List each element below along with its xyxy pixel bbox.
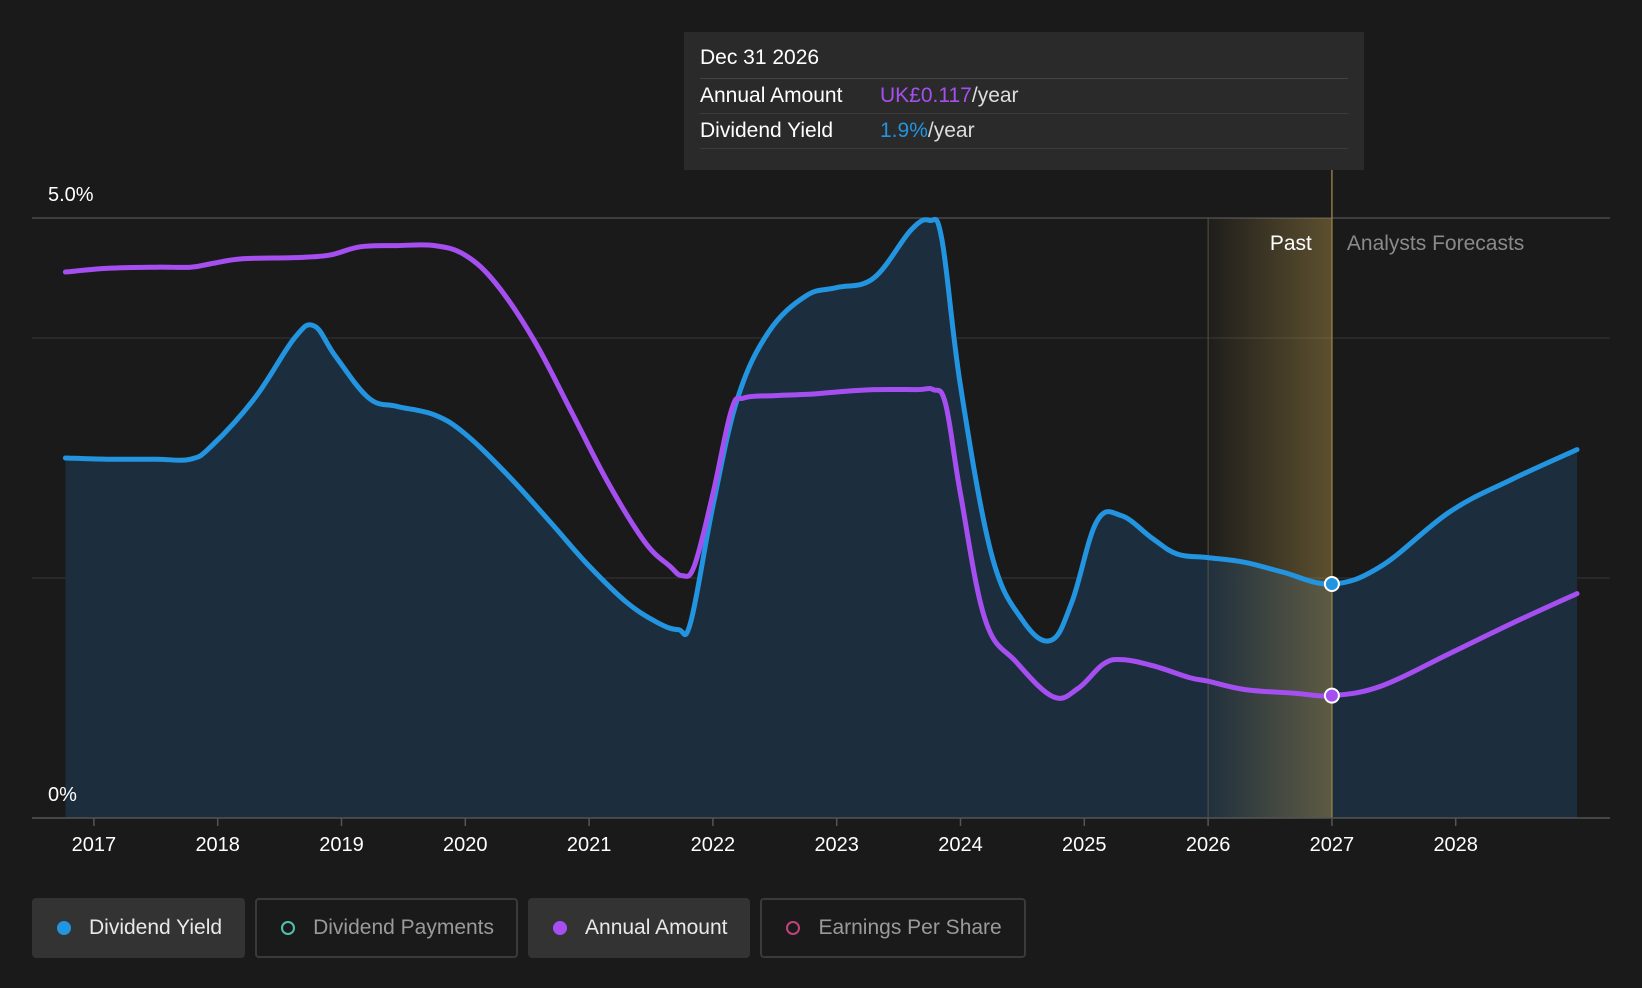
- legend-annual-amount[interactable]: Annual Amount: [528, 898, 751, 958]
- legend: Dividend Yield Dividend Payments Annual …: [32, 898, 1026, 958]
- tooltip-label: Dividend Yield: [700, 119, 834, 142]
- x-tick-label: 2027: [1310, 834, 1355, 856]
- x-tick-label: 2025: [1062, 834, 1107, 856]
- hover-point: [1323, 576, 1340, 592]
- hover-point: [1323, 687, 1340, 704]
- legend-dividend-payments[interactable]: Dividend Payments: [255, 898, 519, 958]
- x-tick-label: 2021: [567, 834, 612, 856]
- x-tick-label: 2019: [319, 834, 364, 856]
- tooltip-unit: /year: [971, 84, 1019, 107]
- tooltip-date: Dec 31 2026: [700, 46, 1348, 79]
- legend-label: Dividend Payments: [313, 916, 495, 939]
- y-tick-label-max: 5.0%: [48, 184, 94, 206]
- past-region-band: [1208, 218, 1332, 818]
- past-label: Past: [1270, 232, 1312, 255]
- tooltip-label: Annual Amount: [700, 84, 843, 107]
- legend-dot-icon: [281, 921, 296, 935]
- tooltip-value: 1.9%: [880, 119, 928, 142]
- y-tick-label-min: 0%: [48, 784, 77, 806]
- x-tick-label: 2020: [443, 834, 488, 856]
- legend-label: Earnings Per Share: [818, 916, 1002, 939]
- x-tick-label: 2022: [691, 834, 736, 856]
- legend-dot-icon: [553, 921, 568, 935]
- x-tick-label: 2024: [938, 834, 983, 856]
- legend-earnings-per-share[interactable]: Earnings Per Share: [760, 898, 1026, 958]
- x-tick-label: 2017: [72, 834, 117, 856]
- legend-dividend-yield[interactable]: Dividend Yield: [32, 898, 246, 958]
- legend-label: Annual Amount: [585, 916, 728, 939]
- legend-label: Dividend Yield: [89, 916, 223, 939]
- tooltip-value: UK£0.117: [880, 84, 972, 107]
- forecast-label: Analysts Forecasts: [1347, 232, 1524, 255]
- tooltip-unit: /year: [927, 119, 975, 142]
- x-tick-label: 2018: [195, 834, 240, 856]
- x-axis: 2017 2018 2019 2020 2021 2022 2023 2024 2025 2026…: [32, 817, 1610, 856]
- tooltip-row-annual-amount: Annual Amount UK£0.117 /year: [700, 79, 1348, 114]
- x-tick-label: 2028: [1433, 834, 1478, 856]
- hover-tooltip: Dec 31 2026 Annual Amount UK£0.117 /year…: [684, 32, 1364, 170]
- series-areas: [65, 219, 1577, 818]
- legend-dot-icon: [57, 921, 71, 935]
- legend-dot-icon: [786, 921, 801, 935]
- tooltip-row-dividend-yield: Dividend Yield 1.9% /year: [700, 114, 1348, 149]
- x-tick-label: 2023: [814, 834, 859, 856]
- x-tick-label: 2026: [1186, 834, 1231, 856]
- dividend-yield-area: [65, 219, 1577, 818]
- past-region: [1207, 170, 1333, 818]
